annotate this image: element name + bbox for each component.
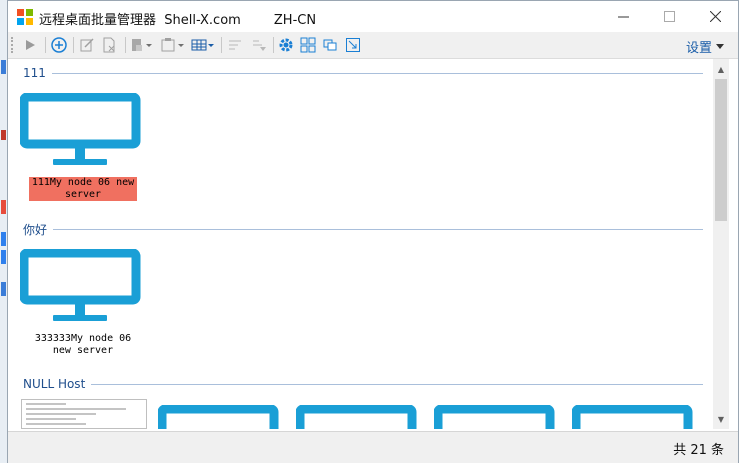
delete-file-icon — [103, 37, 115, 53]
monitor-icon[interactable] — [434, 405, 560, 429]
node-screenshot-thumbnail[interactable] — [21, 399, 147, 429]
background-window-strip — [0, 0, 7, 463]
edit-icon — [80, 38, 94, 52]
sort-up-icon — [229, 40, 241, 50]
grid-table-icon — [191, 39, 214, 51]
group-header-111[interactable]: 111 — [23, 66, 703, 80]
group-header-null-host[interactable]: NULL Host — [23, 377, 703, 391]
close-button[interactable] — [692, 1, 738, 32]
toolbar-separator — [45, 37, 46, 53]
tile-view-button[interactable] — [298, 35, 318, 55]
node-item[interactable]: 111My node 06 new server — [19, 92, 146, 201]
gear-icon — [279, 38, 293, 52]
toolbar-separator — [73, 37, 74, 53]
toolbar-separator — [125, 37, 126, 53]
toolbar: 设置 — [8, 32, 738, 59]
group-header-nihao[interactable]: 你好 — [23, 221, 703, 238]
app-window: 远程桌面批量管理器 Shell-X.com ZH-CN 设置 111 111My… — [7, 0, 739, 463]
monitor-icon — [19, 92, 141, 165]
group-divider — [51, 72, 703, 74]
status-bar: 共 21 条 — [8, 431, 738, 463]
minimize-button[interactable] — [600, 1, 646, 32]
config-button[interactable] — [276, 35, 296, 55]
copy-icon — [161, 38, 184, 52]
cascade-button[interactable] — [320, 35, 340, 55]
settings-menu[interactable]: 设置 — [686, 37, 724, 56]
sort-down-icon — [253, 40, 266, 51]
edit-button[interactable] — [77, 35, 97, 55]
node-label: 111My node 06 new server — [29, 177, 137, 201]
import-dropdown[interactable] — [129, 35, 155, 55]
fit-screen-icon — [346, 38, 360, 52]
group-divider — [91, 383, 703, 385]
node-list-area: 111 111My node 06 new server 你好 333333My… — [9, 59, 713, 429]
toolbar-grip[interactable] — [11, 37, 15, 53]
view-dropdown[interactable] — [190, 35, 216, 55]
sort-up-button[interactable] — [225, 35, 245, 55]
monitor-icon[interactable] — [572, 405, 698, 429]
vertical-scrollbar[interactable]: ▲ ▼ — [713, 59, 729, 429]
app-logo-icon — [17, 9, 33, 25]
monitor-icon[interactable] — [296, 405, 422, 429]
group-title: 111 — [23, 66, 46, 80]
cascade-windows-icon — [323, 39, 337, 51]
add-circle-icon — [51, 37, 67, 53]
play-icon — [26, 40, 35, 50]
chevron-down-icon — [716, 43, 724, 49]
node-label: 333333My node 06 new server — [34, 333, 132, 356]
toolbar-separator — [273, 37, 274, 53]
title-bar: 远程桌面批量管理器 Shell-X.com ZH-CN — [8, 1, 738, 32]
copy-dropdown[interactable] — [159, 35, 187, 55]
minimize-icon — [617, 16, 629, 18]
maximize-button[interactable] — [646, 1, 692, 32]
window-title: 远程桌面批量管理器 Shell-X.com ZH-CN — [39, 13, 317, 28]
scroll-up-icon[interactable]: ▲ — [713, 61, 729, 77]
monitor-icon[interactable] — [158, 405, 284, 429]
scrollbar-thumb[interactable] — [715, 79, 727, 221]
group-divider — [53, 229, 703, 230]
tiles-icon — [300, 37, 316, 53]
monitor-icon — [19, 248, 141, 321]
add-button[interactable] — [49, 35, 69, 55]
item-count: 共 21 条 — [673, 443, 724, 458]
settings-label: 设置 — [685, 41, 712, 56]
delete-button[interactable] — [99, 35, 119, 55]
import-icon — [132, 39, 152, 51]
close-icon — [709, 11, 721, 22]
group-title: 你好 — [23, 223, 48, 237]
group-title: NULL Host — [23, 377, 86, 391]
node-item[interactable]: 333333My node 06 new server — [19, 248, 146, 357]
scroll-down-icon[interactable]: ▼ — [713, 411, 729, 427]
fit-screen-button[interactable] — [343, 35, 363, 55]
toolbar-separator — [221, 37, 222, 53]
sort-down-button[interactable] — [249, 35, 269, 55]
maximize-icon — [663, 11, 675, 22]
run-button[interactable] — [20, 35, 40, 55]
